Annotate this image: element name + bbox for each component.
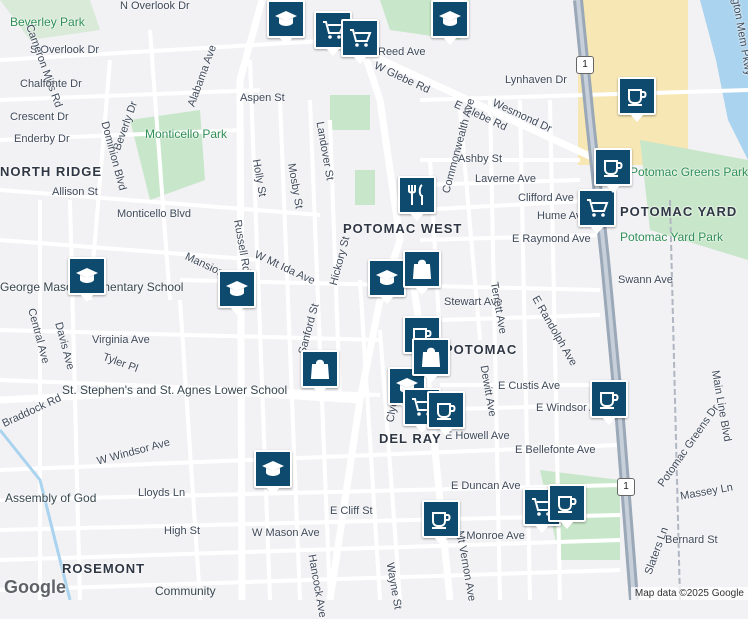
street-label: Swann Ave bbox=[618, 274, 673, 286]
shopping-marker[interactable] bbox=[403, 250, 441, 295]
place-label: Community bbox=[155, 584, 216, 598]
neighborhood-label: POTOMAC WEST bbox=[343, 221, 463, 236]
route-shield: 1 bbox=[576, 56, 594, 74]
grocery-marker[interactable] bbox=[341, 19, 379, 64]
street-label: Virginia Ave bbox=[92, 334, 150, 346]
street-label: Laverne Ave bbox=[475, 173, 536, 185]
park-label: Monticello Park bbox=[145, 127, 228, 141]
cafe-marker[interactable] bbox=[590, 380, 628, 425]
street-label: Monticello Blvd bbox=[117, 208, 191, 220]
neighborhood-label: DEL RAY bbox=[379, 431, 442, 446]
street-label: Reed Ave bbox=[378, 46, 426, 58]
park-label: Beverley Park bbox=[10, 15, 85, 29]
map-canvas[interactable]: NORTH RIDGE POTOMAC WEST POTOMAC YARD PO… bbox=[0, 0, 748, 619]
school-marker[interactable] bbox=[431, 0, 469, 45]
street-label: High St bbox=[164, 525, 201, 537]
school-marker[interactable] bbox=[267, 0, 305, 45]
restaurant-marker[interactable] bbox=[398, 176, 436, 221]
map-attribution[interactable]: Map data ©2025 Google bbox=[630, 587, 748, 600]
street-label: E Custis Ave bbox=[498, 380, 561, 392]
street-label: N Overlook Dr bbox=[120, 0, 190, 12]
coffee-cup-icon bbox=[432, 512, 451, 529]
graduation-cap-icon bbox=[226, 281, 248, 296]
cafe-marker[interactable] bbox=[594, 148, 632, 193]
street-label: E Duncan Ave bbox=[451, 480, 521, 492]
shopping-marker[interactable] bbox=[301, 350, 339, 395]
neighborhood-label: NORTH RIDGE bbox=[0, 164, 102, 179]
school-marker[interactable] bbox=[68, 257, 106, 302]
coffee-cup-icon bbox=[437, 403, 456, 420]
street-label: Aspen St bbox=[240, 92, 285, 104]
graduation-cap-icon bbox=[275, 11, 297, 26]
park-label: Potomac Greens Park bbox=[630, 165, 748, 179]
street-label: W Mason Ave bbox=[252, 527, 320, 539]
shopping-cart-icon bbox=[587, 199, 609, 217]
street-label: E Howell Ave bbox=[445, 430, 510, 442]
street-label: Bernard St bbox=[665, 534, 718, 546]
neighborhood-label: POTOMAC YARD bbox=[620, 204, 738, 219]
cafe-marker[interactable] bbox=[618, 77, 656, 122]
school-marker[interactable] bbox=[368, 259, 406, 304]
street-label: Chalfonte Dr bbox=[20, 78, 82, 90]
graduation-cap-icon bbox=[439, 11, 461, 26]
shopping-bag-icon bbox=[412, 259, 432, 279]
shopping-cart-icon bbox=[350, 29, 372, 47]
route-shield: 1 bbox=[617, 478, 635, 496]
park-monticello bbox=[130, 110, 205, 200]
park-label: Potomac Yard Park bbox=[620, 230, 723, 244]
shopping-bag-icon bbox=[421, 347, 441, 367]
neighborhood-label: POTOMAC bbox=[444, 342, 518, 357]
cafe-marker[interactable] bbox=[427, 391, 465, 436]
street-label: Ashby St bbox=[458, 153, 503, 165]
shopping-bag-icon bbox=[310, 359, 330, 379]
street-label: Enderby Dr bbox=[14, 133, 70, 145]
street-label: E Raymond Ave bbox=[512, 233, 591, 245]
creek bbox=[0, 429, 72, 601]
place-label: St. Stephen's and St. Agnes Lower School bbox=[62, 383, 288, 397]
neighborhood-label: ROSEMONT bbox=[62, 561, 146, 576]
graduation-cap-icon bbox=[262, 461, 284, 476]
coffee-cup-icon bbox=[604, 160, 623, 177]
map-logo: Google bbox=[4, 577, 66, 597]
street-label: E Cliff St bbox=[330, 505, 373, 517]
coffee-cup-icon bbox=[558, 496, 577, 513]
cafe-marker[interactable] bbox=[548, 484, 586, 529]
street-label: Lloyds Ln bbox=[138, 487, 186, 499]
shopping-marker[interactable] bbox=[412, 338, 450, 383]
cafe-marker[interactable] bbox=[422, 500, 460, 545]
graduation-cap-icon bbox=[76, 268, 98, 283]
school-marker[interactable] bbox=[218, 270, 256, 315]
fork-knife-icon bbox=[408, 184, 423, 205]
street-label: Crescent Dr bbox=[10, 111, 69, 123]
street-label: E Bellefonte Ave bbox=[515, 444, 596, 456]
school-marker[interactable] bbox=[254, 450, 292, 495]
coffee-cup-icon bbox=[600, 392, 619, 409]
grocery-marker[interactable] bbox=[578, 189, 616, 234]
place-label: Assembly of God bbox=[5, 491, 97, 505]
street-label: Allison St bbox=[52, 186, 98, 198]
street-label: Clifford Ave bbox=[518, 192, 574, 204]
graduation-cap-icon bbox=[376, 270, 398, 285]
street-label: Lynhaven Dr bbox=[505, 74, 567, 86]
coffee-cup-icon bbox=[628, 89, 647, 106]
